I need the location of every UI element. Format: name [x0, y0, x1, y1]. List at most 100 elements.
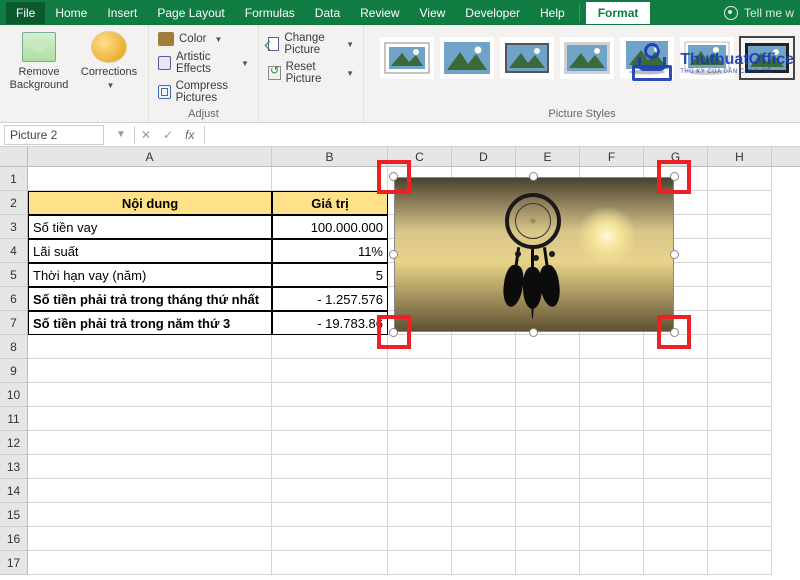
resize-handle[interactable] — [670, 250, 679, 259]
cell[interactable] — [28, 335, 272, 359]
cell[interactable]: 5 — [272, 263, 388, 287]
row-header[interactable]: 5 — [0, 263, 28, 287]
cell[interactable] — [272, 335, 388, 359]
cell[interactable]: Thời hạn vay (năm) — [28, 263, 272, 287]
picture-style-1[interactable] — [380, 37, 434, 79]
row-header[interactable]: 11 — [0, 407, 28, 431]
cell[interactable] — [272, 527, 388, 551]
row-header[interactable]: 15 — [0, 503, 28, 527]
resize-handle[interactable] — [389, 250, 398, 259]
picture-style-2[interactable] — [440, 37, 494, 79]
cell[interactable]: Số tiền phải trả trong tháng thứ nhất — [28, 287, 272, 311]
cell[interactable] — [516, 359, 580, 383]
col-header-a[interactable]: A — [28, 147, 272, 166]
cell[interactable] — [272, 383, 388, 407]
compress-pictures-button[interactable]: Compress Pictures — [155, 79, 252, 105]
row-header[interactable]: 9 — [0, 359, 28, 383]
cell[interactable] — [516, 383, 580, 407]
cell[interactable] — [708, 335, 772, 359]
cell[interactable] — [452, 431, 516, 455]
reset-picture-button[interactable]: Reset Picture ▼ — [265, 60, 357, 86]
cell[interactable] — [516, 527, 580, 551]
cell[interactable] — [272, 479, 388, 503]
tab-home[interactable]: Home — [45, 2, 97, 24]
row-header[interactable]: 16 — [0, 527, 28, 551]
cell[interactable] — [580, 431, 644, 455]
cell[interactable] — [708, 455, 772, 479]
cell[interactable] — [708, 503, 772, 527]
tab-formulas[interactable]: Formulas — [235, 2, 305, 24]
cell[interactable] — [580, 383, 644, 407]
cell[interactable] — [452, 455, 516, 479]
name-box[interactable]: Picture 2 — [4, 125, 104, 145]
cell[interactable] — [28, 383, 272, 407]
cell[interactable] — [272, 359, 388, 383]
cell[interactable] — [28, 479, 272, 503]
row-header[interactable]: 2 — [0, 191, 28, 215]
cancel-formula-icon[interactable]: ✕ — [135, 128, 157, 142]
cell[interactable] — [708, 431, 772, 455]
cell[interactable] — [708, 527, 772, 551]
row-header[interactable]: 4 — [0, 239, 28, 263]
cell[interactable] — [708, 215, 772, 239]
cell[interactable] — [708, 551, 772, 575]
cell[interactable] — [644, 527, 708, 551]
cell[interactable] — [516, 335, 580, 359]
cell[interactable] — [452, 335, 516, 359]
row-header[interactable]: 13 — [0, 455, 28, 479]
cell[interactable] — [28, 503, 272, 527]
cell[interactable] — [388, 503, 452, 527]
cell[interactable] — [272, 407, 388, 431]
cell[interactable] — [644, 407, 708, 431]
row-header[interactable]: 7 — [0, 311, 28, 335]
cell[interactable] — [708, 359, 772, 383]
change-picture-button[interactable]: Change Picture ▼ — [265, 31, 357, 57]
cell[interactable] — [388, 479, 452, 503]
cell[interactable] — [272, 431, 388, 455]
cell[interactable] — [28, 359, 272, 383]
cell[interactable] — [580, 503, 644, 527]
col-header-f[interactable]: F — [580, 147, 644, 166]
resize-handle[interactable] — [529, 172, 538, 181]
cell[interactable] — [644, 431, 708, 455]
cell[interactable]: 11% — [272, 239, 388, 263]
cell[interactable] — [516, 455, 580, 479]
cell[interactable] — [708, 287, 772, 311]
cell[interactable] — [452, 359, 516, 383]
row-header[interactable]: 10 — [0, 383, 28, 407]
row-header[interactable]: 17 — [0, 551, 28, 575]
tell-me[interactable]: Tell me w — [724, 6, 794, 20]
cell[interactable] — [708, 191, 772, 215]
cell[interactable] — [644, 383, 708, 407]
cell[interactable] — [272, 455, 388, 479]
picture-style-4[interactable] — [560, 37, 614, 79]
cell[interactable] — [708, 311, 772, 335]
cell[interactable] — [708, 407, 772, 431]
cell[interactable]: - 1.257.576 — [272, 287, 388, 311]
cell[interactable] — [580, 455, 644, 479]
cell[interactable] — [580, 551, 644, 575]
cell[interactable] — [708, 479, 772, 503]
cell[interactable] — [580, 359, 644, 383]
tab-format[interactable]: Format — [586, 2, 651, 24]
cell[interactable] — [644, 455, 708, 479]
cell[interactable] — [388, 407, 452, 431]
col-header-h[interactable]: H — [708, 147, 772, 166]
cell[interactable] — [452, 551, 516, 575]
row-header[interactable]: 12 — [0, 431, 28, 455]
tab-help[interactable]: Help — [530, 2, 575, 24]
remove-background-button[interactable]: Remove Background — [6, 29, 72, 95]
cell[interactable] — [28, 431, 272, 455]
fx-icon[interactable]: fx — [179, 128, 200, 142]
select-all-corner[interactable] — [0, 147, 28, 166]
cell[interactable] — [452, 407, 516, 431]
cell[interactable] — [272, 167, 388, 191]
cell[interactable] — [452, 383, 516, 407]
cell[interactable] — [516, 479, 580, 503]
cell[interactable] — [272, 551, 388, 575]
cell[interactable] — [580, 407, 644, 431]
cell[interactable] — [708, 383, 772, 407]
row-header[interactable]: 14 — [0, 479, 28, 503]
row-header[interactable]: 3 — [0, 215, 28, 239]
cell[interactable] — [388, 359, 452, 383]
